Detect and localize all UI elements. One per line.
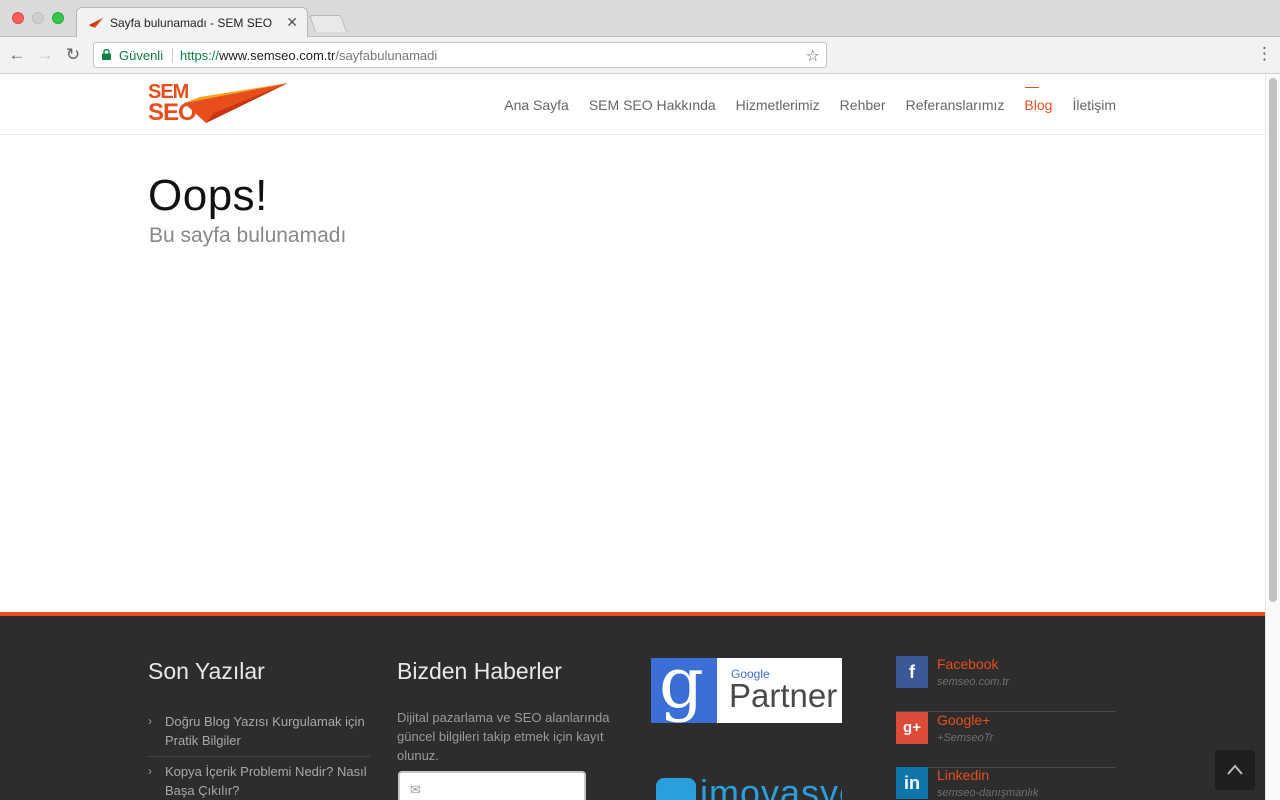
- minimize-window-button[interactable]: [32, 12, 44, 24]
- social-handle: +SemseoTr: [937, 732, 994, 744]
- new-tab-button[interactable]: [308, 15, 348, 32]
- site-footer: Son Yazılar › Doğru Blog Yazısı Kurgulam…: [0, 612, 1265, 800]
- google-partner-badge[interactable]: g Google Partner: [651, 658, 842, 723]
- social-handle: semseo.com.tr: [937, 676, 1010, 688]
- social-name: Facebook: [937, 656, 999, 672]
- recent-posts-title: Son Yazılar: [148, 658, 265, 684]
- paper-plane-icon: [184, 83, 288, 123]
- bookmark-star-icon[interactable]: ☆: [806, 46, 820, 66]
- close-window-button[interactable]: [12, 12, 24, 24]
- page-subtitle: Bu sayfa bulunamadı: [149, 224, 347, 247]
- social-linkedin[interactable]: in Linkedin semseo-danışmanlık: [896, 767, 1116, 800]
- close-tab-icon[interactable]: ✕: [286, 14, 298, 30]
- recent-post-link[interactable]: › Doğru Blog Yazısı Kurgulamak için Prat…: [148, 712, 370, 757]
- recent-post-link[interactable]: › Kopya İçerik Problemi Nedir? Nasıl Baş…: [148, 762, 370, 800]
- facebook-icon: f: [896, 656, 928, 688]
- google-partner-partner-text: Partner: [729, 677, 838, 714]
- site-header: SEM SEO Ana Sayfa SEM SEO Hakkında Hizme…: [0, 74, 1265, 135]
- scroll-to-top-button[interactable]: [1215, 750, 1255, 790]
- reload-icon[interactable]: ↻: [64, 46, 82, 64]
- secure-label: Güvenli: [119, 48, 164, 63]
- linkedin-icon: in: [896, 767, 928, 799]
- chevron-right-icon: ›: [148, 764, 152, 778]
- newsletter-text: Dijital pazarlama ve SEO alanlarında gün…: [397, 710, 610, 763]
- nav-ana-sayfa[interactable]: Ana Sayfa: [504, 97, 569, 113]
- nav-iletisim[interactable]: İletişim: [1072, 97, 1116, 113]
- browser-toolbar: ← → ↻ Güvenli https://www.semseo.com.tr/…: [0, 37, 1280, 74]
- google-g-icon: g: [659, 658, 704, 723]
- nav-hizmetlerimiz[interactable]: Hizmetlerimiz: [736, 97, 820, 113]
- imovasyon-logo[interactable]: imovasyon: [656, 778, 842, 800]
- url-text[interactable]: https://www.semseo.com.tr/sayfabulunamad…: [180, 48, 437, 63]
- lock-icon: [102, 49, 111, 60]
- scrollbar-thumb[interactable]: [1269, 78, 1277, 602]
- social-google-plus[interactable]: g+ Google+ +SemseoTr: [896, 712, 1116, 768]
- browser-menu-icon[interactable]: ⋮: [1256, 45, 1273, 63]
- newsletter-email-input[interactable]: ✉: [398, 771, 586, 800]
- tab-title: Sayfa bulunamadı - SEM SEO: [110, 16, 273, 30]
- nav-rehber[interactable]: Rehber: [840, 97, 886, 113]
- page-title: Oops!: [148, 171, 268, 220]
- nav-referanslarimiz[interactable]: Referanslarımız: [906, 97, 1005, 113]
- google-plus-icon: g+: [896, 712, 928, 744]
- back-icon[interactable]: ←: [8, 46, 26, 64]
- favicon-icon: [89, 18, 103, 28]
- browser-tab[interactable]: Sayfa bulunamadı - SEM SEO ✕: [76, 7, 308, 38]
- nav-blog[interactable]: Blog: [1024, 87, 1052, 113]
- maximize-window-button[interactable]: [52, 12, 64, 24]
- social-name: Google+: [937, 712, 991, 728]
- social-facebook[interactable]: f Facebook semseo.com.tr: [896, 656, 1116, 712]
- page-viewport: SEM SEO Ana Sayfa SEM SEO Hakkında Hizme…: [0, 74, 1265, 800]
- chevron-right-icon: ›: [148, 714, 152, 728]
- social-name: Linkedin: [937, 767, 990, 783]
- main-nav: Ana Sayfa SEM SEO Hakkında Hizmetlerimiz…: [504, 87, 1116, 113]
- address-bar[interactable]: Güvenli https://www.semseo.com.tr/sayfab…: [93, 42, 827, 68]
- nav-hakkinda[interactable]: SEM SEO Hakkında: [589, 97, 716, 113]
- forward-icon[interactable]: →: [36, 46, 54, 64]
- site-logo[interactable]: SEM SEO: [148, 79, 290, 129]
- browser-tab-bar: Sayfa bulunamadı - SEM SEO ✕: [0, 0, 1280, 38]
- newsletter-title: Bizden Haberler: [397, 658, 562, 684]
- social-handle: semseo-danışmanlık: [937, 787, 1039, 799]
- page-scrollbar[interactable]: [1265, 74, 1280, 800]
- envelope-icon: ✉: [410, 782, 421, 797]
- url-separator: [172, 48, 173, 63]
- chevron-up-icon: [1227, 764, 1243, 775]
